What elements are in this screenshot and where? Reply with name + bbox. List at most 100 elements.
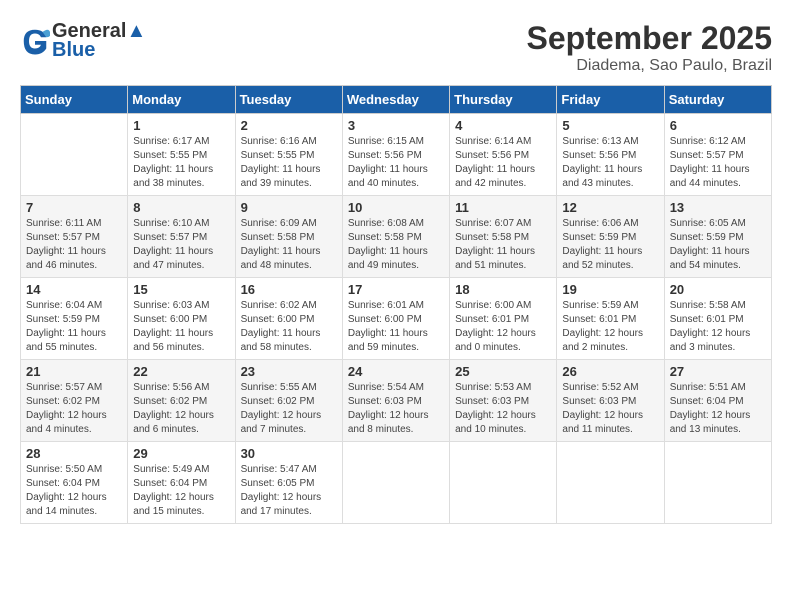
calendar-cell: 30 Sunrise: 5:47 AMSunset: 6:05 PMDayligh…: [235, 442, 342, 524]
calendar-cell: 14 Sunrise: 6:04 AMSunset: 5:59 PMDayligh…: [21, 278, 128, 360]
day-number: 9: [241, 200, 337, 215]
day-info: Sunrise: 6:17 AMSunset: 5:55 PMDaylight:…: [133, 135, 229, 191]
day-number: 1: [133, 118, 229, 133]
title-block: September 2025 Diadema, Sao Paulo, Brazi…: [527, 20, 772, 75]
day-info: Sunrise: 5:47 AMSunset: 6:05 PMDaylight:…: [241, 463, 337, 519]
logo: General▲ Blue: [20, 20, 146, 62]
day-number: 26: [562, 364, 658, 379]
day-info: Sunrise: 6:11 AMSunset: 5:57 PMDaylight:…: [26, 217, 122, 273]
day-number: 22: [133, 364, 229, 379]
day-number: 16: [241, 282, 337, 297]
day-info: Sunrise: 5:58 AMSunset: 6:01 PMDaylight:…: [670, 299, 766, 355]
day-info: Sunrise: 6:06 AMSunset: 5:59 PMDaylight:…: [562, 217, 658, 273]
calendar-cell: 15 Sunrise: 6:03 AMSunset: 6:00 PMDayligh…: [128, 278, 235, 360]
calendar-cell: 27 Sunrise: 5:51 AMSunset: 6:04 PMDayligh…: [664, 360, 771, 442]
day-number: 14: [26, 282, 122, 297]
day-number: 11: [455, 200, 551, 215]
calendar-cell: [557, 442, 664, 524]
day-info: Sunrise: 5:51 AMSunset: 6:04 PMDaylight:…: [670, 381, 766, 437]
calendar-cell: 4 Sunrise: 6:14 AMSunset: 5:56 PMDaylight…: [450, 114, 557, 196]
weekday-header: Sunday: [21, 86, 128, 114]
day-info: Sunrise: 6:16 AMSunset: 5:55 PMDaylight:…: [241, 135, 337, 191]
calendar-cell: 12 Sunrise: 6:06 AMSunset: 5:59 PMDayligh…: [557, 196, 664, 278]
day-info: Sunrise: 5:53 AMSunset: 6:03 PMDaylight:…: [455, 381, 551, 437]
day-info: Sunrise: 6:14 AMSunset: 5:56 PMDaylight:…: [455, 135, 551, 191]
calendar-cell: 6 Sunrise: 6:12 AMSunset: 5:57 PMDaylight…: [664, 114, 771, 196]
calendar-cell: 20 Sunrise: 5:58 AMSunset: 6:01 PMDayligh…: [664, 278, 771, 360]
day-number: 8: [133, 200, 229, 215]
weekday-header: Wednesday: [342, 86, 449, 114]
calendar-cell: 13Sunrise: 6:05 AMSunset: 5:59 PMDayligh…: [664, 196, 771, 278]
calendar-week-row: 7 Sunrise: 6:11 AMSunset: 5:57 PMDaylight…: [21, 196, 772, 278]
day-number: 30: [241, 446, 337, 461]
calendar-week-row: 1 Sunrise: 6:17 AMSunset: 5:55 PMDaylight…: [21, 114, 772, 196]
calendar-cell: 1 Sunrise: 6:17 AMSunset: 5:55 PMDaylight…: [128, 114, 235, 196]
calendar-table: SundayMondayTuesdayWednesdayThursdayFrid…: [20, 85, 772, 524]
weekday-header: Thursday: [450, 86, 557, 114]
day-info: Sunrise: 5:54 AMSunset: 6:03 PMDaylight:…: [348, 381, 444, 437]
day-number: 12: [562, 200, 658, 215]
day-number: 24: [348, 364, 444, 379]
day-number: 7: [26, 200, 122, 215]
day-number: 29: [133, 446, 229, 461]
day-number: 27: [670, 364, 766, 379]
day-number: 19: [562, 282, 658, 297]
calendar-cell: 16 Sunrise: 6:02 AMSunset: 6:00 PMDayligh…: [235, 278, 342, 360]
day-info: Sunrise: 6:04 AMSunset: 5:59 PMDaylight:…: [26, 299, 122, 355]
day-info: Sunrise: 6:00 AMSunset: 6:01 PMDaylight:…: [455, 299, 551, 355]
day-number: 15: [133, 282, 229, 297]
day-number: 6: [670, 118, 766, 133]
calendar-cell: 22 Sunrise: 5:56 AMSunset: 6:02 PMDayligh…: [128, 360, 235, 442]
calendar-header-row: SundayMondayTuesdayWednesdayThursdayFrid…: [21, 86, 772, 114]
calendar-cell: [450, 442, 557, 524]
day-info: Sunrise: 6:08 AMSunset: 5:58 PMDaylight:…: [348, 217, 444, 273]
day-number: 3: [348, 118, 444, 133]
calendar-week-row: 14 Sunrise: 6:04 AMSunset: 5:59 PMDayligh…: [21, 278, 772, 360]
day-number: 23: [241, 364, 337, 379]
day-info: Sunrise: 5:50 AMSunset: 6:04 PMDaylight:…: [26, 463, 122, 519]
day-number: 28: [26, 446, 122, 461]
calendar-week-row: 28 Sunrise: 5:50 AMSunset: 6:04 PMDayligh…: [21, 442, 772, 524]
logo-icon: [20, 26, 50, 56]
calendar-week-row: 21Sunrise: 5:57 AMSunset: 6:02 PMDayligh…: [21, 360, 772, 442]
day-number: 18: [455, 282, 551, 297]
calendar-cell: 26 Sunrise: 5:52 AMSunset: 6:03 PMDayligh…: [557, 360, 664, 442]
day-number: 20: [670, 282, 766, 297]
day-info: Sunrise: 6:02 AMSunset: 6:00 PMDaylight:…: [241, 299, 337, 355]
day-number: 13: [670, 200, 766, 215]
day-info: Sunrise: 6:03 AMSunset: 6:00 PMDaylight:…: [133, 299, 229, 355]
calendar-cell: 28 Sunrise: 5:50 AMSunset: 6:04 PMDayligh…: [21, 442, 128, 524]
day-number: 4: [455, 118, 551, 133]
calendar-cell: 10 Sunrise: 6:08 AMSunset: 5:58 PMDayligh…: [342, 196, 449, 278]
calendar-cell: 11 Sunrise: 6:07 AMSunset: 5:58 PMDayligh…: [450, 196, 557, 278]
calendar-cell: 5Sunrise: 6:13 AMSunset: 5:56 PMDaylight…: [557, 114, 664, 196]
calendar-cell: 8 Sunrise: 6:10 AMSunset: 5:57 PMDaylight…: [128, 196, 235, 278]
day-number: 17: [348, 282, 444, 297]
month-title: September 2025: [527, 20, 772, 57]
day-info: Sunrise: 5:52 AMSunset: 6:03 PMDaylight:…: [562, 381, 658, 437]
day-info: Sunrise: 6:12 AMSunset: 5:57 PMDaylight:…: [670, 135, 766, 191]
calendar-cell: 23 Sunrise: 5:55 AMSunset: 6:02 PMDayligh…: [235, 360, 342, 442]
calendar-cell: 7 Sunrise: 6:11 AMSunset: 5:57 PMDaylight…: [21, 196, 128, 278]
day-info: Sunrise: 5:56 AMSunset: 6:02 PMDaylight:…: [133, 381, 229, 437]
weekday-header: Friday: [557, 86, 664, 114]
day-info: Sunrise: 6:10 AMSunset: 5:57 PMDaylight:…: [133, 217, 229, 273]
day-info: Sunrise: 5:49 AMSunset: 6:04 PMDaylight:…: [133, 463, 229, 519]
calendar-cell: [21, 114, 128, 196]
calendar-cell: 25 Sunrise: 5:53 AMSunset: 6:03 PMDayligh…: [450, 360, 557, 442]
weekday-header: Saturday: [664, 86, 771, 114]
weekday-header: Monday: [128, 86, 235, 114]
calendar-cell: 17 Sunrise: 6:01 AMSunset: 6:00 PMDayligh…: [342, 278, 449, 360]
calendar-cell: 19Sunrise: 5:59 AMSunset: 6:01 PMDayligh…: [557, 278, 664, 360]
day-number: 10: [348, 200, 444, 215]
calendar-cell: 18 Sunrise: 6:00 AMSunset: 6:01 PMDayligh…: [450, 278, 557, 360]
day-info: Sunrise: 6:07 AMSunset: 5:58 PMDaylight:…: [455, 217, 551, 273]
day-info: Sunrise: 6:01 AMSunset: 6:00 PMDaylight:…: [348, 299, 444, 355]
calendar-cell: [664, 442, 771, 524]
day-info: Sunrise: 6:13 AMSunset: 5:56 PMDaylight:…: [562, 135, 658, 191]
day-number: 25: [455, 364, 551, 379]
calendar-cell: 21Sunrise: 5:57 AMSunset: 6:02 PMDayligh…: [21, 360, 128, 442]
day-info: Sunrise: 5:55 AMSunset: 6:02 PMDaylight:…: [241, 381, 337, 437]
logo-text: General▲ Blue: [52, 20, 146, 62]
calendar-cell: [342, 442, 449, 524]
